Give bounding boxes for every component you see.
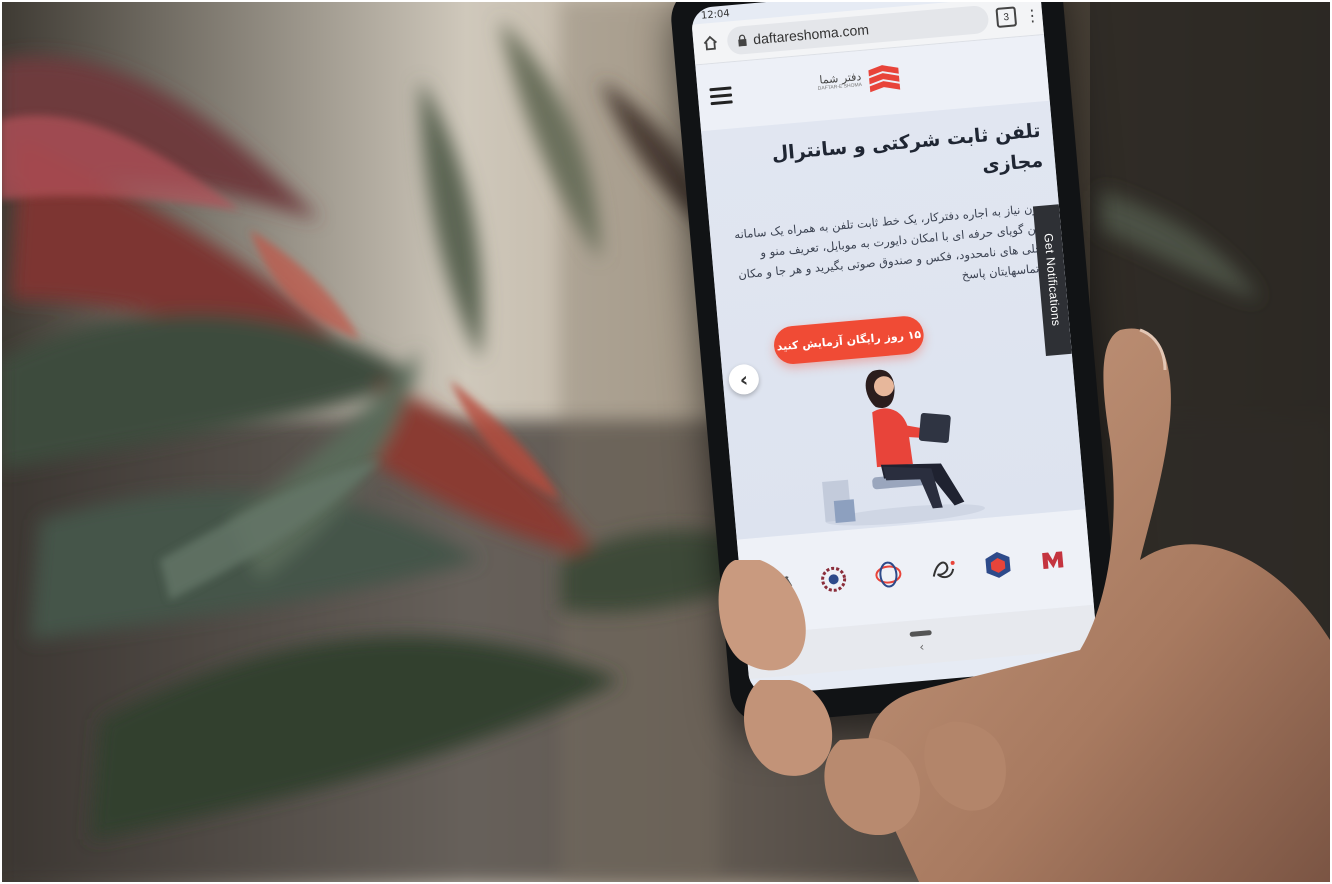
phone-screen: 12:04 daftareshoma.com 3 ⋮ دفتر شما DAFT… — [690, 0, 1100, 697]
scales-icon — [765, 572, 792, 598]
back-icon[interactable]: ‹ — [919, 639, 925, 653]
photo-scene: 12:04 daftareshoma.com 3 ⋮ دفتر شما DAFT… — [0, 0, 1332, 884]
site-logo[interactable]: دفتر شما DAFTAR-E SHOMA — [816, 62, 903, 99]
woman-laptop-illustration — [822, 369, 985, 526]
free-trial-button[interactable]: ۱۵ روز رایگان آزمایش کنید — [772, 314, 926, 366]
hero-section: تلفن ثابت شرکتی و سانترال مجازی بدون نیا… — [701, 100, 1086, 540]
enamad-icon — [932, 560, 955, 579]
url-text: daftareshoma.com — [752, 21, 870, 48]
logo-subtext: DAFTAR-E SHOMA — [817, 82, 863, 93]
tabs-button[interactable]: 3 — [995, 6, 1018, 28]
status-time: 12:04 — [700, 7, 731, 22]
logo-mark-icon — [868, 65, 901, 93]
logo-wordmark: دفتر شما DAFTAR-E SHOMA — [817, 70, 863, 93]
plant-background — [0, 0, 1332, 884]
brand-mark-icon — [1041, 551, 1063, 570]
get-notifications-tab[interactable]: Get Notifications — [1032, 204, 1072, 356]
ring-logo-icon — [874, 561, 901, 588]
home-icon[interactable] — [701, 33, 721, 53]
home-gesture-handle[interactable] — [909, 629, 932, 637]
hero-title: تلفن ثابت شرکتی و سانترال مجازی — [770, 119, 1044, 178]
carousel-prev-icon[interactable]: ‹ — [727, 363, 761, 396]
shield-badge-icon — [984, 552, 1011, 578]
hero-description: بدون نیاز به اجاره دفترکار، یک خط ثابت ت… — [733, 200, 1053, 283]
lock-icon — [738, 34, 747, 47]
smartphone: 12:04 daftareshoma.com 3 ⋮ دفتر شما DAFT… — [668, 0, 1124, 726]
hamburger-menu-icon[interactable] — [709, 86, 733, 106]
more-vert-icon[interactable]: ⋮ — [1023, 5, 1041, 25]
emblem-icon — [820, 566, 846, 592]
